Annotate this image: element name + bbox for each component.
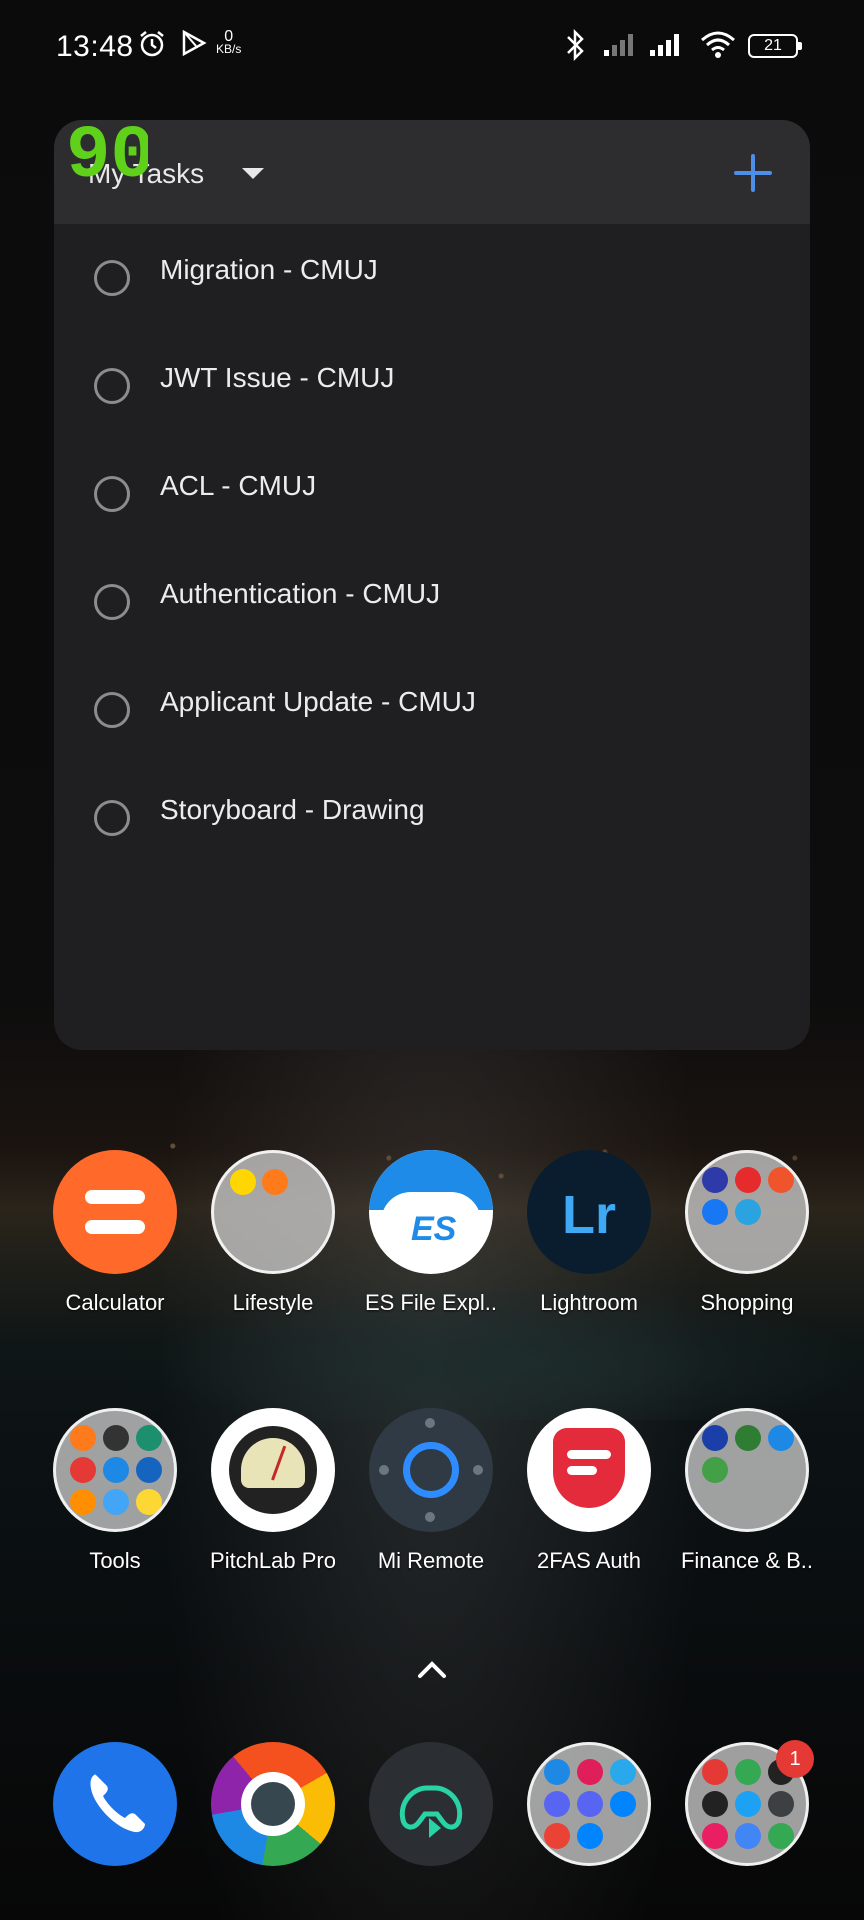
app-label: Lightroom — [540, 1290, 638, 1315]
app-label: Lifestyle — [232, 1290, 314, 1315]
task-label[interactable]: Authentication - CMUJ — [160, 578, 440, 610]
app-pitchlab-pro[interactable]: PitchLab Pro — [203, 1408, 343, 1574]
wifi-icon — [701, 31, 735, 58]
app-label: Tools — [89, 1548, 141, 1573]
folder-shopping[interactable]: Shopping — [677, 1150, 817, 1316]
mi-remote-icon — [369, 1408, 493, 1532]
folder-icon — [53, 1408, 177, 1532]
app-lightroom[interactable]: Lr Lightroom — [519, 1150, 659, 1316]
task-item[interactable]: Applicant Update - CMUJ — [54, 656, 810, 764]
task-label[interactable]: Applicant Update - CMUJ — [160, 686, 476, 718]
task-checkbox[interactable] — [94, 476, 130, 512]
folder-finance[interactable]: Finance & B.. — [677, 1408, 817, 1574]
app-label: PitchLab Pro — [210, 1548, 336, 1573]
folder-icon — [685, 1150, 809, 1274]
app-mi-remote[interactable]: Mi Remote — [361, 1408, 501, 1574]
task-checkbox[interactable] — [94, 800, 130, 836]
task-list: Migration - CMUJ JWT Issue - CMUJ ACL - … — [54, 224, 810, 872]
status-time: 13:48 — [56, 30, 134, 63]
chevron-up-icon[interactable] — [416, 1658, 448, 1682]
calculator-icon — [53, 1150, 177, 1274]
task-label[interactable]: Migration - CMUJ — [160, 254, 378, 286]
folder-icon — [211, 1150, 335, 1274]
task-label[interactable]: JWT Issue - CMUJ — [160, 362, 394, 394]
signal-1-icon — [604, 34, 633, 56]
net-speed: 0 KB/s — [216, 29, 242, 56]
browser-icon[interactable] — [211, 1742, 335, 1866]
alarm-icon — [140, 31, 164, 57]
task-label[interactable]: Storyboard - Drawing — [160, 794, 425, 826]
tasks-widget[interactable]: My Tasks Migration - CMUJ JWT Issue - CM… — [54, 120, 810, 1050]
notification-badge: 1 — [776, 1740, 814, 1778]
app-label: Mi Remote — [377, 1548, 485, 1573]
lightroom-icon: Lr — [527, 1150, 651, 1274]
add-task-button[interactable] — [728, 148, 778, 198]
task-item[interactable]: Authentication - CMUJ — [54, 548, 810, 656]
widget-header: My Tasks — [54, 120, 810, 224]
phone-icon[interactable] — [53, 1742, 177, 1866]
fps-counter-text: 90 — [66, 118, 148, 180]
task-checkbox[interactable] — [94, 692, 130, 728]
task-item[interactable]: Migration - CMUJ — [54, 224, 810, 332]
app-2fas-auth[interactable]: 2FAS Auth — [519, 1408, 659, 1574]
task-checkbox[interactable] — [94, 584, 130, 620]
dropdown-arrow-icon[interactable] — [242, 168, 264, 179]
app-label: 2FAS Auth — [537, 1548, 641, 1573]
app-label: Calculator — [65, 1290, 165, 1315]
pitchlab-icon — [211, 1408, 335, 1532]
app-label: Finance & B.. — [680, 1548, 814, 1573]
social-folder-icon[interactable] — [527, 1742, 651, 1866]
status-bar: 13:48 0 KB/s 21 — [0, 0, 864, 96]
task-checkbox[interactable] — [94, 368, 130, 404]
task-checkbox[interactable] — [94, 260, 130, 296]
net-speed-unit: KB/s — [216, 42, 242, 56]
task-item[interactable]: Storyboard - Drawing — [54, 764, 810, 872]
2fas-icon — [527, 1408, 651, 1532]
app-es-file-explorer[interactable]: ES ES File Expl.. — [361, 1150, 501, 1316]
task-item[interactable]: JWT Issue - CMUJ — [54, 332, 810, 440]
game-controller-icon[interactable] — [369, 1742, 493, 1866]
task-item[interactable]: ACL - CMUJ — [54, 440, 810, 548]
fps-counter-overlay: 90 — [66, 118, 148, 180]
app-label: Shopping — [700, 1290, 794, 1315]
signal-2-icon — [650, 34, 679, 56]
play-store-icon — [182, 29, 207, 57]
app-calculator[interactable]: Calculator — [45, 1150, 185, 1316]
bluetooth-icon — [567, 28, 584, 62]
lightroom-logo-text: Lr — [562, 1185, 616, 1245]
folder-lifestyle[interactable]: Lifestyle — [203, 1150, 343, 1316]
app-label: ES File Expl.. — [364, 1290, 498, 1315]
task-label[interactable]: ACL - CMUJ — [160, 470, 316, 502]
folder-icon — [685, 1408, 809, 1532]
folder-tools[interactable]: Tools — [45, 1408, 185, 1574]
es-file-explorer-icon: ES — [369, 1150, 493, 1274]
battery-icon: 21 — [748, 34, 802, 58]
